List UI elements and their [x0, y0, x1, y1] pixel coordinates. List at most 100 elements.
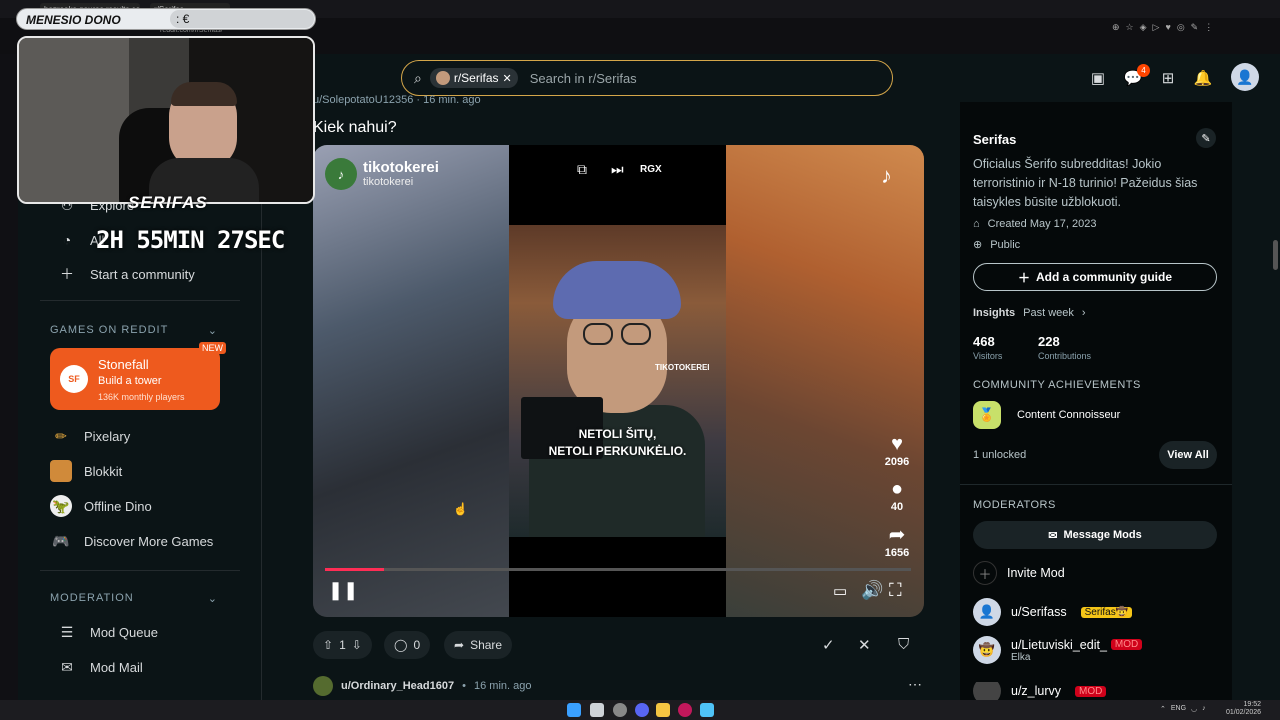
remove-icon[interactable]: ✕: [858, 636, 871, 654]
rgx-button[interactable]: RGX: [640, 164, 662, 175]
scrollbar-thumb[interactable]: [1273, 240, 1278, 270]
taskview-icon[interactable]: [590, 703, 604, 717]
moderator-name[interactable]: u/z_lurvy: [1011, 684, 1061, 698]
sidebar-item-offline-dino[interactable]: 🦖 Offline Dino: [50, 495, 152, 517]
comment-action[interactable]: ● 40: [877, 478, 917, 513]
zoom-icon[interactable]: ⊕: [1112, 22, 1120, 36]
sidebar-item-start-community[interactable]: ＋ Start a community: [56, 263, 195, 285]
create-post-icon[interactable]: ⊞: [1158, 68, 1178, 88]
add-community-guide-button[interactable]: ＋ Add a community guide: [973, 263, 1217, 291]
folder-icon[interactable]: [656, 703, 670, 717]
next-post-header[interactable]: u/Ordinary_Head1607 • 16 min. ago: [313, 676, 531, 696]
pause-icon[interactable]: ❚❚: [328, 580, 358, 601]
stonefall-card[interactable]: SF Stonefall Build a tower 136K monthly …: [50, 342, 226, 410]
share-action[interactable]: ➦ 1656: [877, 522, 917, 559]
webcam-overlay: [17, 36, 315, 204]
moderator-avatar: 🤠: [973, 636, 1001, 664]
channel-name[interactable]: tikotokerei: [363, 159, 439, 176]
share-button[interactable]: ➦ Share: [444, 631, 513, 659]
system-tray[interactable]: ⌃ ENG ◡ ♪: [1160, 705, 1206, 713]
heart-icon: ♥: [891, 433, 903, 455]
moderator-row[interactable]: 🤠 u/Lietuviski_edit_ MOD Elka: [973, 636, 1143, 664]
webcam-wall: [19, 38, 129, 202]
community-chip[interactable]: r/Serifas ✕: [429, 68, 518, 88]
moderator-row[interactable]: u/z_lurvy MOD: [973, 682, 1107, 700]
menu-icon[interactable]: ⋮: [1204, 22, 1213, 36]
app-icon[interactable]: [700, 703, 714, 717]
close-icon[interactable]: ✕: [503, 72, 512, 85]
stonefall-title: Stonefall: [98, 357, 149, 372]
moderator-name[interactable]: u/Serifass: [1011, 605, 1067, 619]
view-all-button[interactable]: View All: [1159, 441, 1217, 469]
downvote-icon[interactable]: ⇩: [352, 638, 362, 652]
tray-chevron-icon[interactable]: ⌃: [1160, 705, 1166, 713]
mouse-cursor-icon: ☝: [453, 502, 468, 516]
mod-shield-icon[interactable]: ⛉: [898, 636, 909, 653]
captions-icon[interactable]: ▭: [833, 582, 847, 600]
windows-start-icon[interactable]: [567, 703, 581, 717]
discord-icon[interactable]: [635, 703, 649, 717]
vote-control[interactable]: ⇧ 1 ⇩: [313, 631, 372, 659]
fullscreen-icon[interactable]: ⛶: [889, 580, 902, 601]
edit-icon[interactable]: ✎: [1191, 22, 1199, 36]
moderation-heading[interactable]: MODERATION ⌄: [50, 592, 218, 605]
heart-icon[interactable]: ♥: [1165, 22, 1170, 36]
games-heading[interactable]: GAMES ON REDDIT ⌄: [50, 324, 218, 337]
sidebar-item-discover-games[interactable]: 🎮 Discover More Games: [50, 530, 213, 552]
taskbar-clock[interactable]: 19:52 01/02/2026: [1226, 701, 1261, 717]
edit-pencil-icon[interactable]: ✎: [1196, 128, 1216, 148]
play-icon[interactable]: ▷: [1153, 22, 1160, 36]
skip-icon[interactable]: ⏭: [611, 161, 624, 178]
achievement-row[interactable]: 🏅 Content Connoisseur: [973, 401, 1120, 429]
community-description: Oficialus Šerifo subredditas! Jokio terr…: [973, 157, 1198, 209]
sidebar-item-blokkit[interactable]: Blokkit: [50, 460, 122, 482]
language-indicator[interactable]: ENG: [1171, 705, 1186, 713]
moderator-row[interactable]: 👤 u/Serifass Serifas🤠: [973, 598, 1133, 626]
post-title[interactable]: Kiek nahui?: [313, 119, 397, 137]
insights-period[interactable]: Past week: [1023, 307, 1074, 319]
channel-avatar[interactable]: ♪: [325, 158, 357, 190]
wifi-icon[interactable]: ◡: [1191, 705, 1197, 713]
moderation-heading-label: MODERATION: [50, 592, 134, 604]
next-post-avatar[interactable]: [313, 676, 333, 696]
insights-row[interactable]: Insights Past week ›: [973, 307, 1086, 319]
search-bar[interactable]: ⌕ r/Serifas ✕ Search in r/Serifas: [401, 60, 893, 96]
page-scrollbar[interactable]: [1272, 102, 1280, 700]
donation-label: MENESIO DONO: [26, 13, 121, 27]
advertise-icon[interactable]: ▣: [1088, 68, 1108, 88]
games-heading-label: GAMES ON REDDIT: [50, 324, 169, 336]
sidebar-item-mod-queue[interactable]: ☰ Mod Queue: [56, 621, 158, 643]
search-placeholder[interactable]: Search in r/Serifas: [530, 71, 637, 86]
video-player[interactable]: TIKOTOKEREI NETOLI ŠITŲ, NETOLI PERKUNKĖ…: [313, 145, 924, 617]
clock-date: 01/02/2026: [1226, 709, 1262, 716]
video-progress-bar[interactable]: [325, 568, 911, 571]
moderator-name[interactable]: u/Lietuviski_edit_: [1011, 638, 1107, 652]
bookmark-icon[interactable]: ☆: [1126, 22, 1134, 36]
notifications-bell-icon[interactable]: 🔔: [1193, 68, 1213, 88]
stonefall-subtitle: Build a tower: [98, 375, 162, 387]
sidebar-item-label: Discover More Games: [84, 533, 214, 549]
sidebar-item-mod-mail[interactable]: ✉ Mod Mail: [56, 656, 143, 678]
shield-icon[interactable]: ◈: [1140, 22, 1147, 36]
volume-icon[interactable]: 🔊: [861, 580, 883, 601]
community-avatar-icon: [435, 71, 450, 85]
upvote-icon[interactable]: ⇧: [323, 638, 333, 652]
invite-mod-row[interactable]: ＋ Invite Mod: [973, 561, 1065, 585]
dino-icon: 🦖: [50, 495, 72, 517]
comments-button[interactable]: ◯ 0: [384, 631, 431, 659]
approve-icon[interactable]: ✓: [822, 636, 835, 654]
user-avatar[interactable]: 👤: [1231, 63, 1259, 91]
popout-icon[interactable]: ⧉: [577, 161, 587, 178]
plus-icon: ＋: [973, 561, 997, 585]
browser-icon[interactable]: [613, 703, 627, 717]
chat-icon[interactable]: ◎: [1177, 22, 1185, 36]
next-post-user[interactable]: u/Ordinary_Head1607: [341, 680, 454, 692]
speaker-icon[interactable]: ♪: [1202, 705, 1206, 713]
app-icon[interactable]: [678, 703, 692, 717]
visitors-stat: 468 Visitors: [973, 334, 1002, 361]
like-action[interactable]: ♥ 2096: [877, 433, 917, 468]
more-options-icon[interactable]: ⋯: [908, 676, 922, 693]
sidebar-item-pixelary[interactable]: ✏ Pixelary: [50, 425, 130, 447]
message-mods-button[interactable]: ✉ Message Mods: [973, 521, 1217, 549]
chevron-down-icon: ⌄: [207, 325, 218, 337]
